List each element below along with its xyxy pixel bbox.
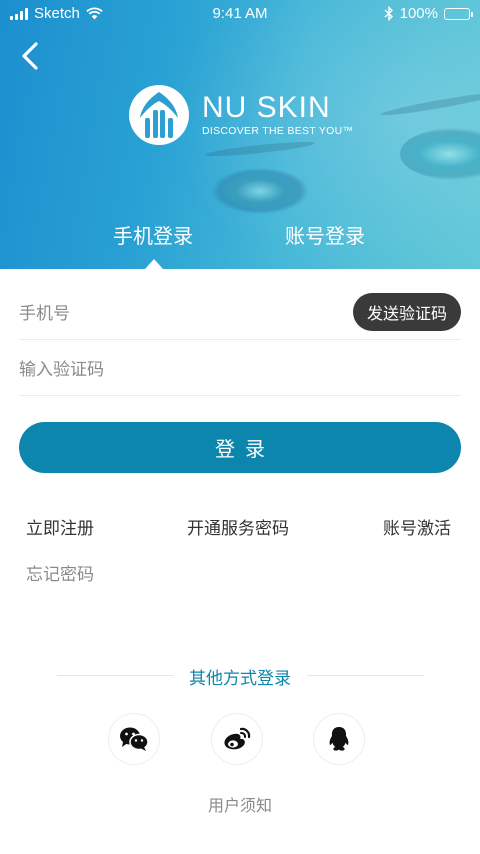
active-tab-indicator	[145, 259, 163, 269]
login-tabs: 手机登录 账号登录	[0, 220, 480, 254]
weibo-icon	[224, 727, 251, 750]
tab-account-login[interactable]: 账号登录	[285, 220, 365, 249]
brand-name: NU SKIN	[202, 91, 331, 124]
phone-input[interactable]	[19, 288, 339, 340]
activate-account-link[interactable]: 账号激活	[383, 514, 451, 539]
tab-phone-login[interactable]: 手机登录	[113, 220, 193, 249]
wechat-icon	[120, 727, 149, 751]
weibo-login-button[interactable]	[211, 713, 263, 765]
divider-right	[307, 675, 424, 676]
send-code-button[interactable]: 发送验证码	[353, 293, 461, 331]
header-banner: Sketch 9:41 AM 100% NU SKIN DISCOVER THE…	[0, 0, 480, 269]
login-button[interactable]: 登录	[19, 422, 461, 473]
other-login-title: 其他方式登录	[189, 669, 291, 689]
chevron-left-icon	[22, 42, 38, 70]
status-bar: Sketch 9:41 AM 100%	[0, 0, 480, 28]
qq-icon	[329, 727, 349, 751]
brand-tagline: DISCOVER THE BEST YOU™	[202, 125, 354, 137]
verification-code-input[interactable]	[19, 344, 339, 396]
phone-field-row: 发送验证码	[19, 288, 461, 340]
battery-percent: 100%	[399, 5, 438, 22]
code-field-row	[19, 344, 461, 396]
user-notice-link[interactable]: 用户须知	[0, 792, 480, 816]
wechat-login-button[interactable]	[108, 713, 160, 765]
forgot-password-link[interactable]: 忘记密码	[26, 560, 94, 585]
bluetooth-icon	[384, 6, 393, 21]
qq-login-button[interactable]	[313, 713, 365, 765]
brand-logo: NU SKIN DISCOVER THE BEST YOU™	[128, 84, 353, 146]
back-button[interactable]	[14, 38, 50, 74]
register-link[interactable]: 立即注册	[26, 514, 94, 539]
open-service-password-link[interactable]: 开通服务密码	[187, 514, 289, 539]
battery-icon	[444, 7, 473, 20]
nu-skin-logo-icon	[129, 85, 189, 145]
